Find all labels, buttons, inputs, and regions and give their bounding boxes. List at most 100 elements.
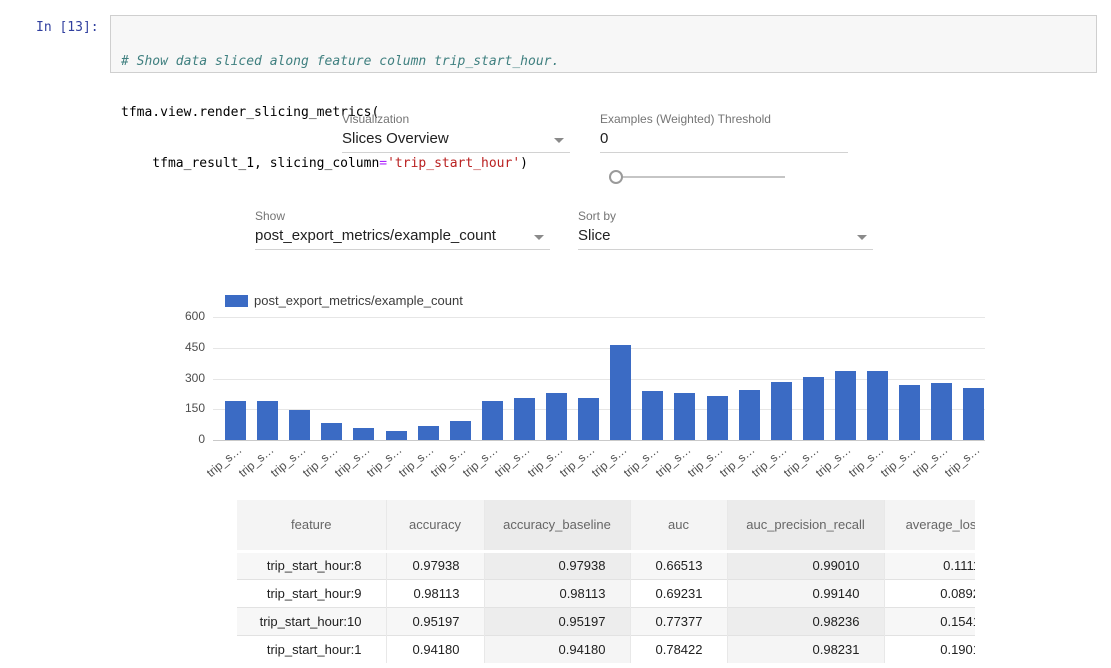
table-cell: 0.98231 [727, 635, 884, 663]
chevron-down-icon [857, 235, 867, 240]
bar-chart: 0150300450600trip_s…trip_s…trip_s…trip_s… [213, 317, 985, 440]
y-axis-tick-label: 450 [165, 340, 205, 354]
table-cell: 0.69231 [630, 579, 727, 607]
y-axis-tick-label: 150 [165, 401, 205, 415]
table-cell: 0.78422 [630, 635, 727, 663]
table-cell: 0.98236 [727, 607, 884, 635]
table-cell: 0.95197 [386, 607, 484, 635]
legend-swatch [225, 295, 248, 307]
table-cell: 0.98113 [484, 579, 630, 607]
gridline [213, 317, 985, 318]
bar[interactable] [546, 393, 567, 440]
cell-prompt: In [13]: [36, 20, 99, 35]
column-header[interactable]: auc_precision_recall [727, 500, 884, 551]
table-header-row: featureaccuracyaccuracy_baselineaucauc_p… [237, 500, 975, 551]
table-cell: trip_start_hour:9 [237, 579, 386, 607]
table-cell: 0.97938 [484, 551, 630, 579]
table-cell: 0.77377 [630, 607, 727, 635]
slider-thumb[interactable] [609, 170, 623, 184]
gridline [213, 348, 985, 349]
bar[interactable] [771, 382, 792, 440]
chevron-down-icon [554, 138, 564, 143]
bar[interactable] [610, 345, 631, 440]
threshold-value: 0 [600, 128, 848, 150]
column-header[interactable]: feature [237, 500, 386, 551]
bar[interactable] [707, 396, 728, 440]
bar[interactable] [225, 401, 246, 440]
page: In [13]: # Show data sliced along featur… [0, 0, 1111, 668]
table-cell: 0.99140 [727, 579, 884, 607]
table-cell: 0.94180 [484, 635, 630, 663]
bar[interactable] [321, 423, 342, 440]
y-axis-tick-label: 300 [165, 371, 205, 385]
show-metric-dropdown[interactable]: post_export_metrics/example_count [255, 225, 550, 250]
table-cell: 0.1541 [884, 607, 975, 635]
sort-by-dropdown[interactable]: Slice [578, 225, 873, 250]
bar[interactable] [578, 398, 599, 440]
table-cell: trip_start_hour:8 [237, 551, 386, 579]
table-cell: 0.1111 [884, 551, 975, 579]
code-comment: # Show data sliced along feature column … [121, 54, 559, 69]
code-operator: = [379, 156, 387, 171]
table-cell: trip_start_hour:10 [237, 607, 386, 635]
bar[interactable] [514, 398, 535, 440]
show-metric-value: post_export_metrics/example_count [255, 225, 550, 247]
visualization-value: Slices Overview [342, 128, 570, 150]
y-axis-tick-label: 600 [165, 309, 205, 323]
show-label: Show [255, 209, 285, 223]
bar[interactable] [963, 388, 984, 440]
table-cell: 0.97938 [386, 551, 484, 579]
gridline [213, 440, 985, 441]
slider-track[interactable] [609, 176, 785, 178]
code-line-1: # Show data sliced along feature column … [121, 53, 1086, 70]
bar[interactable] [289, 410, 310, 440]
table-cell: 0.94180 [386, 635, 484, 663]
legend-label: post_export_metrics/example_count [254, 293, 463, 308]
column-header[interactable]: accuracy [386, 500, 484, 551]
bar[interactable] [931, 383, 952, 440]
bar[interactable] [899, 385, 920, 440]
bar[interactable] [835, 371, 856, 440]
threshold-input[interactable]: 0 [600, 128, 848, 153]
table-cell: 0.99010 [727, 551, 884, 579]
table-row[interactable]: trip_start_hour:90.981130.981130.692310.… [237, 579, 975, 607]
sort-by-value: Slice [578, 225, 873, 247]
code-text: tfma_result_1, slicing_column [121, 156, 379, 171]
table-cell: 0.98113 [386, 579, 484, 607]
bar[interactable] [450, 421, 471, 440]
threshold-slider[interactable] [609, 169, 785, 185]
table-cell: trip_start_hour:1 [237, 635, 386, 663]
code-paren: ) [520, 156, 528, 171]
column-header[interactable]: auc [630, 500, 727, 551]
table-row[interactable]: trip_start_hour:10.941800.941800.784220.… [237, 635, 975, 663]
table-cell: 0.0892 [884, 579, 975, 607]
column-header[interactable]: accuracy_baseline [484, 500, 630, 551]
bar[interactable] [803, 377, 824, 440]
code-text: tfma.view.render_slicing_metrics( [121, 105, 379, 120]
bar[interactable] [642, 391, 663, 440]
bar[interactable] [353, 428, 374, 440]
visualization-label: Visualization [342, 112, 409, 126]
bar[interactable] [257, 401, 278, 440]
table-cell: 0.1901 [884, 635, 975, 663]
bar[interactable] [674, 393, 695, 440]
chevron-down-icon [534, 235, 544, 240]
threshold-label: Examples (Weighted) Threshold [600, 112, 771, 126]
visualization-dropdown[interactable]: Slices Overview [342, 128, 570, 153]
code-line-3: tfma_result_1, slicing_column='trip_star… [121, 155, 1086, 172]
bar[interactable] [482, 401, 503, 440]
table-row[interactable]: trip_start_hour:80.979380.979380.665130.… [237, 551, 975, 579]
metrics-table: featureaccuracyaccuracy_baselineaucauc_p… [237, 500, 975, 668]
code-cell[interactable]: # Show data sliced along feature column … [110, 15, 1097, 73]
sort-by-label: Sort by [578, 209, 616, 223]
bar[interactable] [386, 431, 407, 440]
bar[interactable] [739, 390, 760, 440]
table-cell: 0.66513 [630, 551, 727, 579]
table-row[interactable]: trip_start_hour:100.951970.951970.773770… [237, 607, 975, 635]
column-header[interactable]: average_loss [884, 500, 975, 551]
bar[interactable] [418, 426, 439, 440]
y-axis-tick-label: 0 [165, 432, 205, 446]
bar[interactable] [867, 371, 888, 440]
code-string: 'trip_start_hour' [387, 156, 520, 171]
table-cell: 0.95197 [484, 607, 630, 635]
